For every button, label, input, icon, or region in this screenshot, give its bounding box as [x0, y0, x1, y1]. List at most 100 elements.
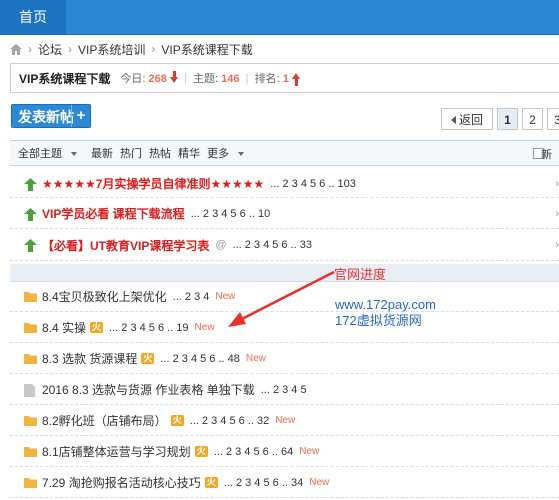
rank-value: 1 — [282, 73, 289, 85]
today-label: 今日: — [120, 73, 146, 85]
thread-title[interactable]: 8.3 选款 货源课程 — [42, 350, 137, 367]
breadcrumb-separator: › — [151, 42, 156, 56]
trend-down-icon — [169, 71, 178, 83]
page-2-button[interactable]: 2 — [522, 108, 543, 130]
chevron-down-icon — [238, 152, 244, 156]
home-icon[interactable] — [10, 43, 22, 55]
folder-icon — [24, 477, 37, 488]
today-value: 268 — [148, 73, 167, 85]
breadcrumb-separator: › — [68, 42, 73, 56]
filter-hotpost[interactable]: 热帖 — [149, 145, 171, 161]
thread-title[interactable]: 【必看】UT教育VIP课程学习表 — [42, 237, 209, 254]
hot-icon: 火 — [141, 353, 155, 364]
thread-row[interactable]: 7.29 淘抢购报名活动核心技巧 火 ... 2 3 4 5 6 .. 34 N… — [10, 468, 559, 498]
attachment-icon: @ — [215, 239, 227, 251]
sticky-thread-row[interactable]: 【必看】UT教育VIP课程学习表 @ ... 2 3 4 5 6 .. 33 › — [10, 230, 559, 261]
pagination: 返回 1 2 3 — [441, 108, 559, 130]
annotation-arrow-icon — [228, 270, 335, 327]
top-nav-bar: 首页 — [0, 0, 559, 35]
back-button[interactable]: 返回 — [441, 108, 493, 130]
thread-row[interactable]: 2016 8.3 选款与货源 作业表格 单独下载 ... 2 3 4 5 — [10, 375, 559, 405]
folder-icon — [24, 353, 37, 364]
hot-icon: 火 — [90, 322, 104, 333]
breadcrumb-forum[interactable]: 论坛 — [38, 41, 62, 58]
thread-row[interactable]: 8.2孵化班（店铺布局） 火 ... 2 3 4 5 6 .. 32 New — [10, 406, 559, 436]
thread-pages[interactable]: ... 2 3 4 5 6 .. 64 — [214, 446, 294, 458]
filter-hot[interactable]: 热门 — [120, 145, 142, 161]
thread-title[interactable]: ★★★★★7月实操学员自律准则★★★★★ — [42, 175, 264, 192]
thread-row[interactable]: 8.3 选款 货源课程 火 ... 2 3 4 5 6 .. 48 New — [10, 344, 559, 374]
thread-pages[interactable]: ... 2 3 4 5 6 .. 10 — [191, 208, 271, 220]
chevron-right-icon: › — [555, 207, 559, 220]
folder-icon — [24, 291, 37, 302]
page-1-button[interactable]: 1 — [497, 108, 518, 130]
new-badge: New — [299, 446, 320, 457]
thread-title[interactable]: 8.1店铺整体运营与学习规划 — [42, 443, 191, 460]
rank-stat: 排名: 1 — [255, 70, 300, 86]
new-post-label: 发表新帖 — [18, 109, 74, 125]
annotation-site: 172虚拟货源网 — [335, 313, 422, 328]
hot-icon: 火 — [204, 477, 218, 488]
breadcrumb-current[interactable]: VIP系统课程下载 — [161, 41, 252, 58]
folder-icon — [24, 415, 37, 426]
chevron-right-icon: › — [555, 177, 559, 190]
thread-pages[interactable]: ... 2 3 4 5 6 .. 34 — [224, 477, 304, 489]
topics-value: 146 — [221, 73, 240, 85]
thread-title[interactable]: 2016 8.3 选款与货源 作业表格 单独下载 — [42, 381, 255, 398]
filter-bar: 全部主题 最新 热门 热帖 精华 更多 新 — [10, 140, 559, 166]
forum-title[interactable]: VIP系统课程下载 — [19, 70, 110, 87]
annotation-url: www.172pay.com — [335, 297, 436, 312]
folder-icon — [24, 446, 37, 457]
pin-up-icon — [24, 207, 37, 221]
chevron-right-icon: › — [555, 239, 559, 251]
thread-pages[interactable]: ... 2 3 4 5 6 .. 48 — [160, 353, 240, 365]
filter-digest[interactable]: 精华 — [178, 145, 200, 161]
new-badge: New — [245, 353, 266, 364]
filter-more[interactable]: 更多 — [207, 145, 251, 161]
thread-row[interactable]: 8.1店铺整体运营与学习规划 火 ... 2 3 4 5 6 .. 64 New — [10, 437, 559, 467]
thread-title[interactable]: 8.4宝贝极致化上架优化 — [42, 288, 167, 305]
topics-label: 主题: — [192, 73, 219, 85]
filter-all-label: 全部主题 — [18, 148, 62, 160]
pin-up-icon — [24, 239, 37, 252]
thread-title[interactable]: VIP学员必看 课程下载流程 — [42, 205, 185, 222]
thread-pages[interactable]: ... 2 3 4 5 — [261, 384, 307, 396]
back-arrow-icon — [450, 116, 456, 124]
thread-pages[interactable]: ... 2 3 4 5 6 .. 33 — [233, 239, 313, 251]
nav-home-tab[interactable]: 首页 — [0, 0, 66, 34]
new-window-label: 新 — [541, 149, 552, 161]
thread-title[interactable]: 8.2孵化班（店铺布局） — [42, 412, 167, 429]
breadcrumb: › 论坛 › VIP系统培训 › VIP系统课程下载 — [10, 41, 253, 58]
new-post-button[interactable]: 发表新帖 + — [11, 104, 91, 128]
new-badge: New — [194, 322, 215, 333]
plus-icon: + — [71, 105, 90, 127]
thread-title[interactable]: 8.4 实操 — [42, 319, 86, 336]
new-badge: New — [309, 477, 330, 488]
breadcrumb-vip-training[interactable]: VIP系统培训 — [78, 41, 145, 58]
divider: | — [183, 71, 187, 85]
divider: | — [245, 71, 249, 85]
thread-pages[interactable]: ... 2 3 4 5 6 .. 32 — [190, 415, 270, 427]
annotation-progress: 官网进度 — [334, 267, 387, 282]
sticky-thread-row[interactable]: VIP学员必看 课程下载流程 ... 2 3 4 5 6 .. 10 › — [10, 199, 559, 229]
file-icon — [24, 383, 35, 397]
chevron-down-icon — [71, 152, 77, 156]
rank-label: 排名: — [254, 73, 280, 85]
thread-pages[interactable]: ... 2 3 4 5 6 .. 103 — [270, 178, 356, 190]
filter-latest[interactable]: 最新 — [91, 145, 113, 161]
filter-more-label: 更多 — [207, 148, 229, 160]
page-3-button[interactable]: 3 — [547, 108, 559, 130]
thread-pages[interactable]: ... 2 3 4 5 6 .. 19 — [109, 322, 189, 334]
breadcrumb-separator: › — [28, 42, 32, 56]
filter-all[interactable]: 全部主题 — [18, 145, 84, 161]
hot-icon: 火 — [194, 446, 208, 457]
sticky-thread-row[interactable]: ★★★★★7月实操学员自律准则★★★★★ ... 2 3 4 5 6 .. 10… — [10, 170, 559, 198]
folder-icon — [24, 322, 37, 333]
forum-info-bar: VIP系统课程下载 今日: 268 | 主题: 146 | 排名: 1 — [10, 63, 559, 93]
thread-pages[interactable]: ... 2 3 4 — [173, 291, 210, 303]
pin-up-icon — [24, 177, 37, 191]
back-label: 返回 — [458, 113, 483, 127]
new-badge: New — [275, 415, 296, 426]
thread-title[interactable]: 7.29 淘抢购报名活动核心技巧 — [42, 474, 201, 491]
topics-stat: 主题: 146 — [193, 70, 239, 86]
